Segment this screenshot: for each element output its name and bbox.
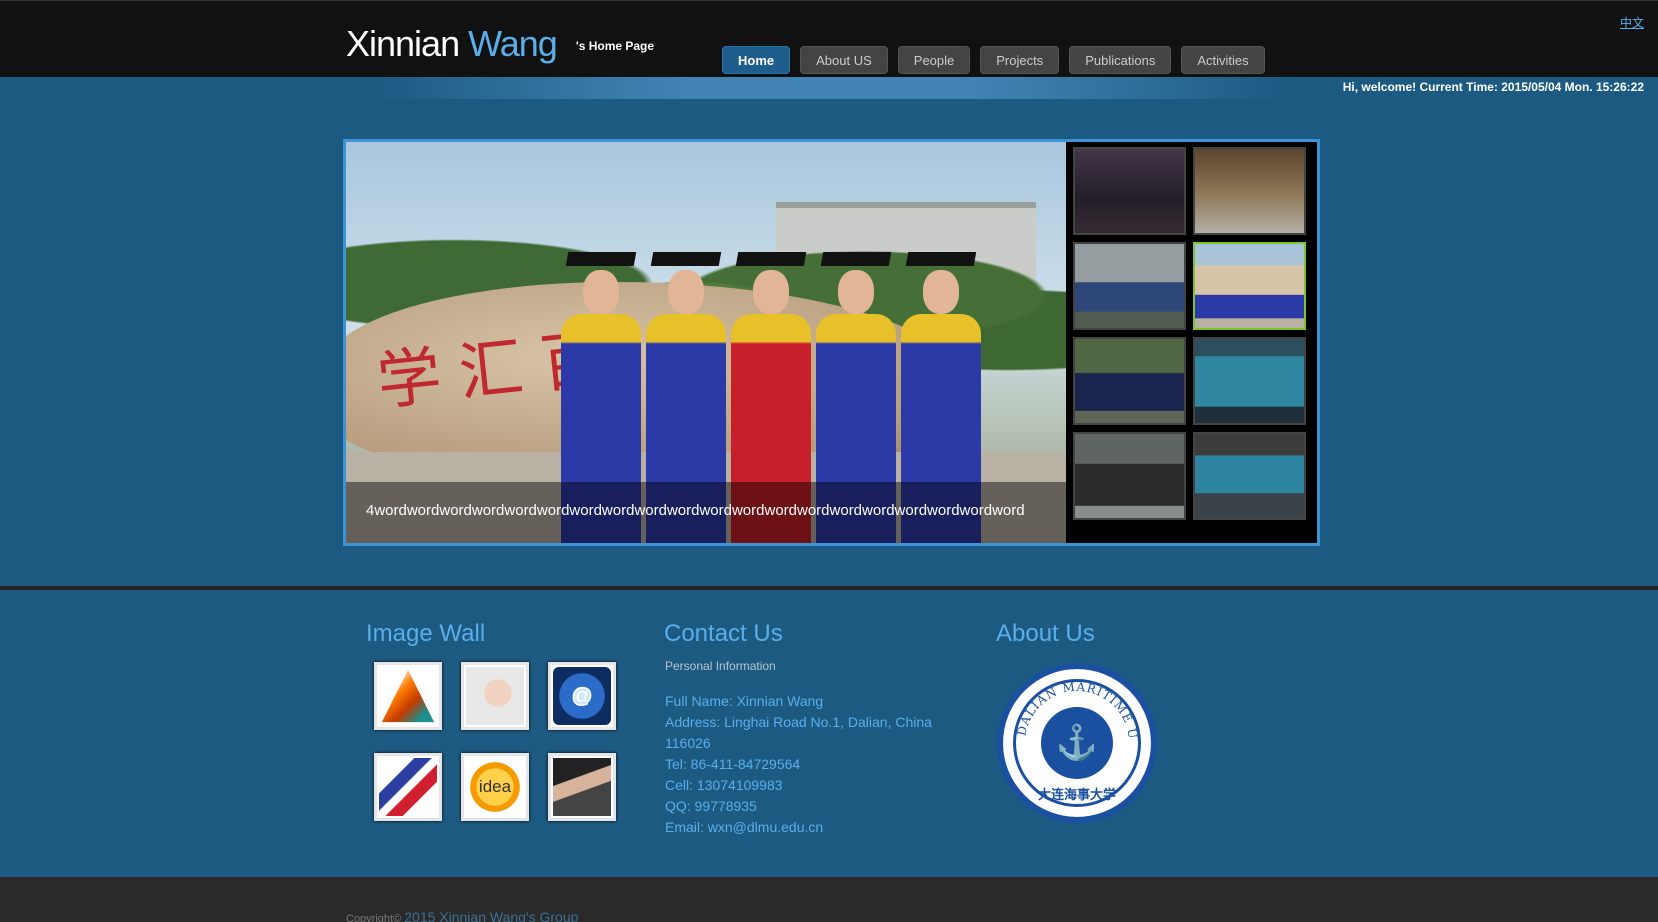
slider-thumbnails bbox=[1073, 147, 1313, 520]
contact-title: Contact Us bbox=[664, 620, 783, 647]
keyboard-icon[interactable] bbox=[548, 753, 616, 821]
idea-icon[interactable]: idea bbox=[461, 753, 529, 821]
contact-info: Personal Information Full Name: Xinnian … bbox=[665, 656, 965, 838]
contact-section-label: Personal Information bbox=[665, 659, 776, 673]
main-nav: Home About US People Projects Publicatio… bbox=[722, 46, 1265, 74]
copyright-group: 2015 Xinnian Wang's Group bbox=[404, 909, 579, 922]
contact-qq: QQ: 99778935 bbox=[665, 798, 757, 814]
top-bar: Xinnian Wang 's Home Page Home About US … bbox=[0, 0, 1658, 77]
university-logo: DALIAN MARITIME UNIVERSITY 大连海事大学 ⚓ bbox=[997, 663, 1157, 823]
logo-emblem: ⚓ bbox=[1041, 707, 1113, 779]
photo-slider: 学汇百川 4wordwordwordwordwordwordwordwordwo… bbox=[343, 139, 1320, 546]
slider-thumb-1[interactable] bbox=[1073, 147, 1186, 235]
contact-tel: Tel: 86-411-84729564 bbox=[665, 756, 801, 772]
brand-last-name: Wang bbox=[468, 23, 558, 64]
about-title: About Us bbox=[996, 620, 1095, 647]
slider-thumb-7[interactable] bbox=[1073, 432, 1186, 520]
copyright: Copyright© 2015 Xinnian Wang's Group bbox=[346, 909, 578, 922]
slider-thumb-4[interactable] bbox=[1193, 242, 1306, 330]
slider-thumb-2[interactable] bbox=[1193, 147, 1306, 235]
nav-activities[interactable]: Activities bbox=[1181, 46, 1265, 74]
nav-about-us[interactable]: About US bbox=[800, 46, 888, 74]
slider-thumb-8[interactable] bbox=[1193, 432, 1306, 520]
slider-caption: 4wordwordwordwordwordwordwordwordwordwor… bbox=[346, 482, 1066, 543]
contact-full-name: Full Name: Xinnian Wang bbox=[665, 693, 824, 709]
slider-thumb-5[interactable] bbox=[1073, 337, 1186, 425]
section-divider bbox=[0, 586, 1658, 590]
at-icon[interactable]: @ bbox=[548, 662, 616, 730]
language-switch-link[interactable]: 中文 bbox=[1620, 14, 1644, 31]
chart-icon[interactable] bbox=[374, 753, 442, 821]
nav-publications[interactable]: Publications bbox=[1069, 46, 1172, 74]
nav-projects[interactable]: Projects bbox=[980, 46, 1060, 74]
matlab-icon[interactable] bbox=[374, 662, 442, 730]
contact-email[interactable]: Email: wxn@dlmu.edu.cn bbox=[665, 817, 965, 838]
welcome-clock: Hi, welcome! Current Time: 2015/05/04 Mo… bbox=[1342, 80, 1644, 94]
contact-cell: Cell: 13074109983 bbox=[665, 777, 783, 793]
brand-subtitle: 's Home Page bbox=[575, 39, 655, 53]
footer-bar bbox=[0, 877, 1658, 922]
slider-thumb-6[interactable] bbox=[1193, 337, 1306, 425]
slider-main-photo[interactable]: 学汇百川 4wordwordwordwordwordwordwordwordwo… bbox=[346, 142, 1066, 543]
headset-icon[interactable] bbox=[461, 662, 529, 730]
slider-thumb-3[interactable] bbox=[1073, 242, 1186, 330]
brand-first-name: Xinnian bbox=[346, 23, 460, 64]
site-brand[interactable]: Xinnian Wang 's Home Page bbox=[346, 23, 654, 65]
image-wall-title: Image Wall bbox=[366, 620, 486, 647]
copyright-prefix: Copyright© bbox=[346, 913, 402, 922]
contact-address: Address: Linghai Road No.1, Dalian, Chin… bbox=[665, 714, 932, 751]
image-wall-grid: @ idea bbox=[374, 662, 616, 821]
svg-text:大连海事大学: 大连海事大学 bbox=[1038, 787, 1116, 803]
nav-people[interactable]: People bbox=[897, 46, 971, 74]
nav-home[interactable]: Home bbox=[722, 46, 791, 74]
header-glow bbox=[370, 77, 1290, 99]
